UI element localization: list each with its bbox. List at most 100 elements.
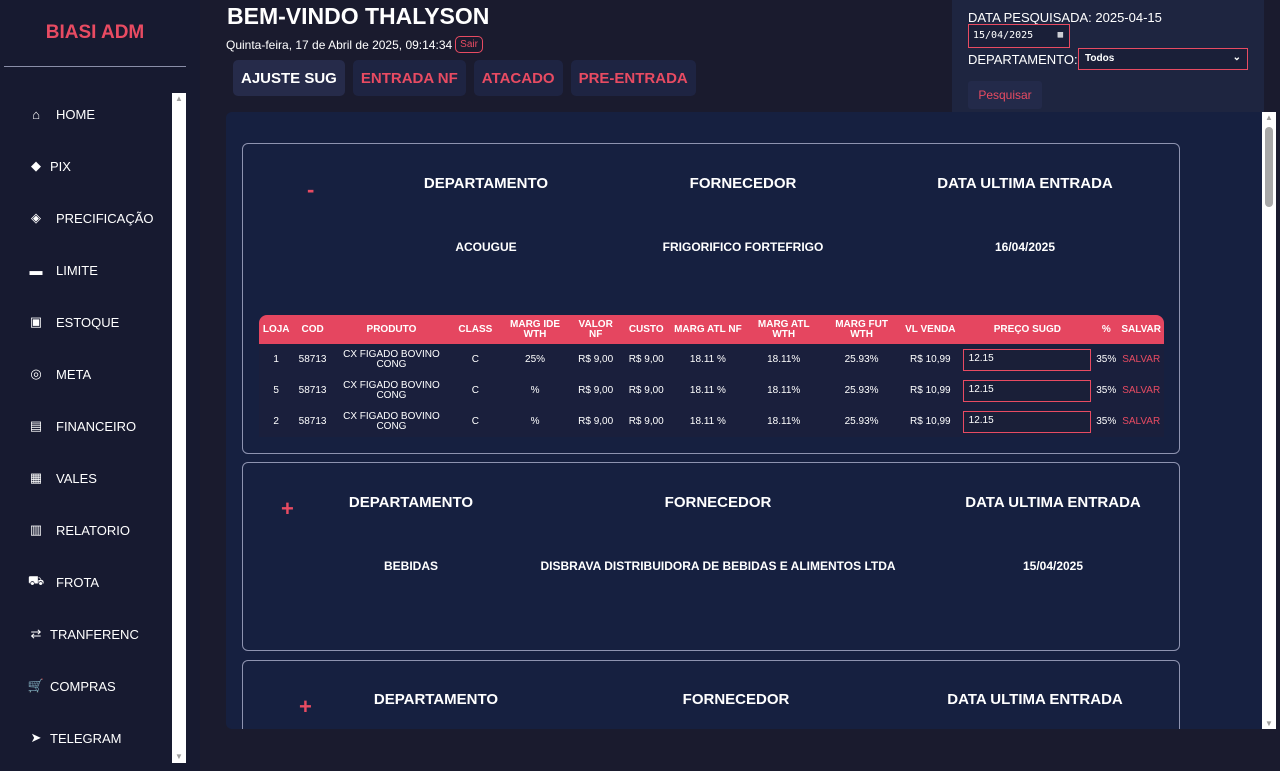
dept-header: DEPARTAMENTO: [373, 691, 499, 708]
scroll-down-arrow-icon[interactable]: ▼: [1262, 719, 1276, 728]
save-button[interactable]: SALVAR: [1122, 385, 1160, 396]
cell-salvar: SALVAR: [1118, 375, 1164, 406]
col-salvar: SALVAR: [1121, 323, 1162, 335]
sidebar-item-precifica-o[interactable]: ◈ PRECIFICAÇÃO: [0, 192, 172, 244]
cell-pct: 35%: [1096, 415, 1117, 427]
tab-atacado[interactable]: ATACADO: [473, 60, 563, 96]
sidebar-item-label: COMPRAS: [50, 678, 116, 694]
dept-header: DEPARTAMENTO: [348, 494, 474, 511]
sidebar-item-label: PRECIFICAÇÃO: [56, 210, 154, 226]
col-cod: COD: [301, 323, 324, 335]
cell-vl-venda: R$ 10,99: [910, 384, 951, 396]
sidebar-item-financeiro[interactable]: ▤ FINANCEIRO: [0, 400, 172, 452]
tab-ajuste-sug[interactable]: AJUSTE SUG: [233, 60, 345, 96]
tab-pre-entrada[interactable]: PRE-ENTRADA: [570, 60, 696, 96]
col-produto: PRODUTO: [366, 323, 417, 335]
divider: [4, 66, 186, 67]
cell-salvar: SALVAR: [1118, 406, 1164, 437]
cell-valor-nf: R$ 9,00: [578, 353, 614, 365]
last-entry-header: DATA ULTIMA ENTRADA: [937, 175, 1113, 192]
target-icon: ◎: [30, 366, 42, 381]
receipt-icon: ▦: [29, 470, 43, 485]
department-select[interactable]: Todos ⌄: [1078, 48, 1248, 70]
search-button[interactable]: Pesquisar: [968, 81, 1042, 109]
scroll-up-arrow-icon[interactable]: ▲: [1262, 113, 1276, 122]
dolly-icon: ⇄: [30, 626, 42, 641]
supplier-value: FRIGORIFICO FORTEFRIGO: [662, 240, 824, 254]
sidebar-item-tranferenc[interactable]: ⇄ TRANFERENC: [0, 608, 172, 660]
expand-toggle[interactable]: +: [281, 496, 294, 522]
sidebar-item-vales[interactable]: ▦ VALES: [0, 452, 172, 504]
sidebar-item-limite[interactable]: ▬ LIMITE: [0, 244, 172, 296]
col-valor-nf: VALOR NF: [578, 318, 613, 340]
pix-icon: ◆: [31, 158, 41, 173]
department-selected: Todos: [1085, 53, 1115, 64]
search-date-label: DATA PESQUISADA: 2025-04-15: [968, 10, 1162, 25]
scroll-down-arrow-icon[interactable]: ▼: [172, 751, 186, 763]
cell-loja: 1: [273, 353, 279, 365]
cell-valor-nf: R$ 9,00: [578, 415, 614, 427]
save-button[interactable]: SALVAR: [1122, 416, 1160, 427]
col-vl-venda: VL VENDA: [905, 323, 956, 335]
table-row: 2 58713 CX FIGADO BOVINO CONG C% R$ 9,00 R$ 9…: [259, 406, 1164, 437]
supplier-card: + DEPARTAMENTO FORNECEDOR DATA ULTIMA EN…: [242, 462, 1180, 651]
brand-logo[interactable]: BIASI ADM: [0, 0, 190, 66]
tab-entrada-nf[interactable]: ENTRADA NF: [352, 60, 466, 96]
cell-marg-atl-nf: 18.11 %: [689, 353, 726, 365]
last-entry-header: DATA ULTIMA ENTRADA: [947, 691, 1123, 708]
suggested-price-input[interactable]: 12.15: [962, 410, 1091, 433]
sidebar-scrollbar[interactable]: ▲ ▼: [172, 93, 186, 763]
scroll-up-arrow-icon[interactable]: ▲: [172, 93, 186, 105]
logout-button[interactable]: Sair: [455, 36, 483, 53]
cell-vl-venda: R$ 10,99: [910, 415, 951, 427]
suggested-price-input[interactable]: 12.15: [962, 348, 1091, 371]
cell-marg-ide: 25%: [525, 353, 546, 365]
scrollbar-thumb[interactable]: [1265, 127, 1273, 207]
col-class: CLASS: [458, 323, 493, 335]
sidebar: BIASI ADM ⌂ HOME ◆ PIX ◈ PRECIFICAÇÃO ▬ LIMITE ▣…: [0, 0, 200, 771]
cell-marg-atl-wth: 18.11%: [767, 415, 801, 427]
sidebar-item-label: META: [56, 366, 92, 382]
sidebar-item-pix[interactable]: ◆ PIX: [0, 140, 172, 192]
cell-vl-venda: R$ 10,99: [910, 353, 951, 365]
main-content: - DEPARTAMENTO FORNECEDOR DATA ULTIMA EN…: [226, 112, 1276, 729]
dept-value: ACOUGUE: [455, 240, 517, 254]
calendar-icon[interactable]: ▦: [1058, 30, 1063, 40]
cell-class: C: [471, 384, 479, 396]
supplier-value: DISBRAVA DISTRIBUIDORA DE BEBIDAS E ALIM…: [540, 559, 896, 573]
sidebar-item-meta[interactable]: ◎ META: [0, 348, 172, 400]
cell-cod: 58713: [298, 384, 327, 396]
cell-marg-fut: 25.93%: [844, 353, 879, 365]
sidebar-item-home[interactable]: ⌂ HOME: [0, 88, 172, 140]
date-input[interactable]: 15/04/2025 ▦: [968, 24, 1070, 48]
col-marg-atl-nf: MARG ATL NF: [674, 323, 742, 335]
sidebar-item-relatorio[interactable]: ▥ RELATORIO: [0, 504, 172, 556]
col-marg-atl-wth: MARG ATL WTH: [757, 318, 810, 340]
cell-custo: R$ 9,00: [628, 384, 664, 396]
tab-bar: AJUSTE SUG ENTRADA NF ATACADO PRE-ENTRAD…: [233, 60, 696, 96]
cell-pct: 35%: [1096, 353, 1117, 365]
supplier-header: FORNECEDOR: [664, 494, 772, 511]
sidebar-item-label: TRANFERENC: [50, 626, 139, 642]
sidebar-item-frota[interactable]: ⛟ FROTA: [0, 556, 172, 608]
col-preco-sugd: PREÇO SUGD: [993, 323, 1061, 335]
cell-marg-ide: %: [530, 415, 540, 427]
expand-toggle[interactable]: +: [299, 694, 312, 720]
save-button[interactable]: SALVAR: [1122, 354, 1160, 365]
collapse-toggle[interactable]: -: [307, 177, 314, 203]
supplier-card: - DEPARTAMENTO FORNECEDOR DATA ULTIMA EN…: [242, 143, 1180, 454]
chevron-down-icon: ⌄: [1232, 52, 1241, 63]
sidebar-item-label: FROTA: [56, 574, 100, 590]
cell-cod: 58713: [298, 353, 327, 365]
sidebar-item-compras[interactable]: 🛒 COMPRAS: [0, 660, 172, 712]
box-icon: ▣: [29, 314, 43, 329]
cell-produto: CX FIGADO BOVINO CONG: [343, 348, 440, 370]
col-marg-ide: MARG IDE WTH: [510, 318, 561, 340]
sidebar-item-estoque[interactable]: ▣ ESTOQUE: [0, 296, 172, 348]
suggested-price-input[interactable]: 12.15: [962, 379, 1091, 402]
main-scrollbar[interactable]: ▲ ▼: [1262, 112, 1276, 729]
cell-marg-ide: %: [530, 384, 540, 396]
sidebar-item-telegram[interactable]: ➤ TELEGRAM: [0, 712, 172, 764]
col-custo: CUSTO: [628, 323, 664, 335]
cell-preco: 12.15: [961, 375, 1094, 406]
